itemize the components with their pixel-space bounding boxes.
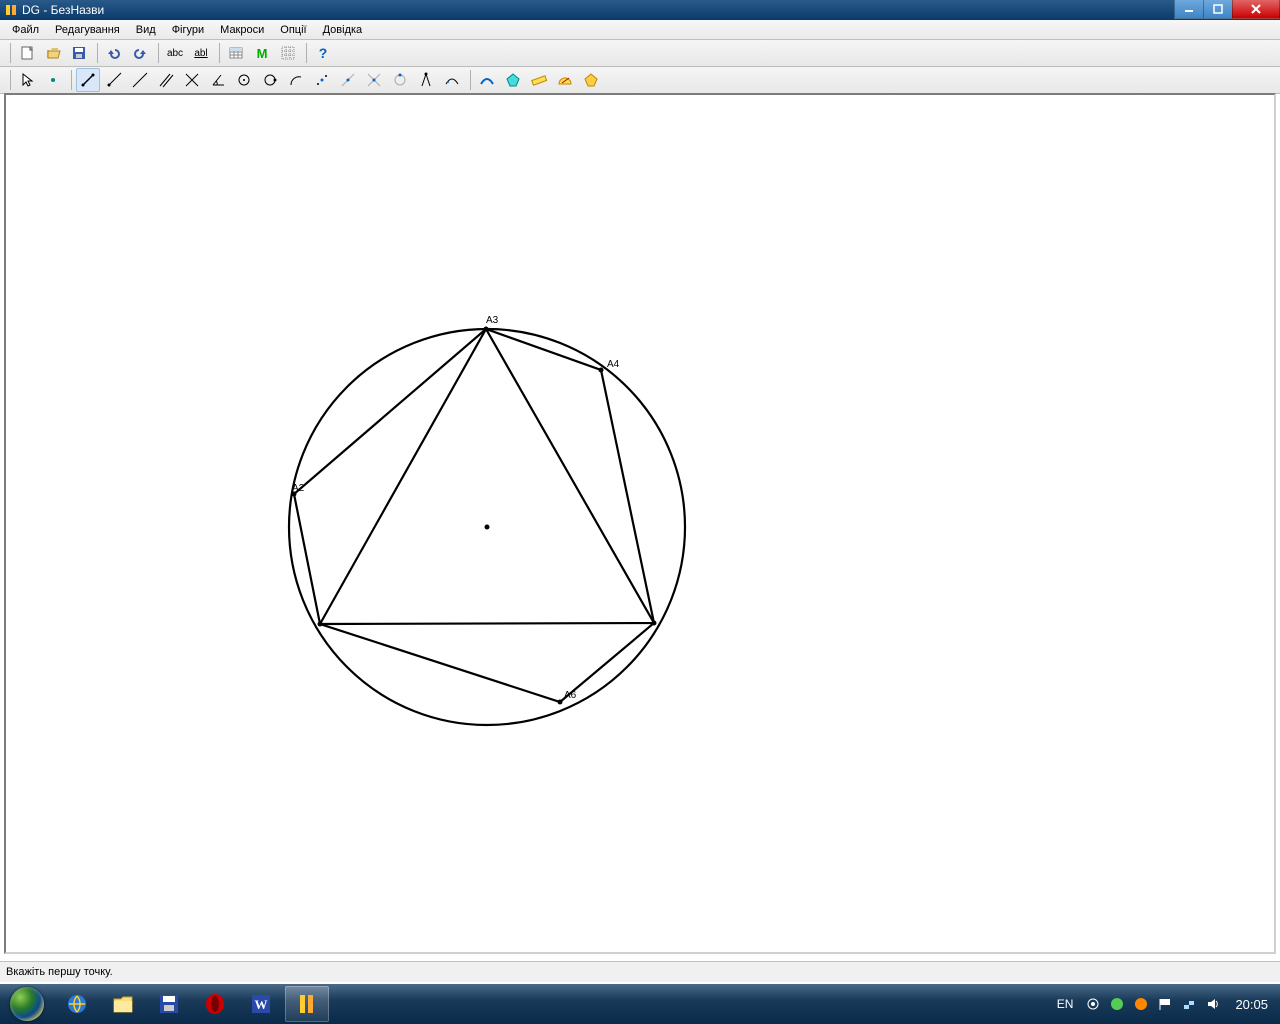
ray-tool-icon[interactable] [102,68,126,92]
windows-orb-icon [10,987,44,1021]
window-controls [1175,0,1280,18]
svg-text:A2: A2 [292,483,305,494]
svg-text:A6: A6 [564,690,577,701]
redo-icon[interactable] [128,41,152,65]
tray-flag-icon[interactable] [1157,996,1173,1012]
status-bar: Вкажіть першу точку. [0,961,1280,982]
tray-orange-icon[interactable] [1133,996,1149,1012]
window-title: DG - БезНазви [22,3,104,17]
taskbar-word-icon[interactable]: W [239,986,283,1022]
protractor-tool-icon[interactable] [553,68,577,92]
pointer-tool-icon[interactable] [15,68,39,92]
svg-text:A4: A4 [607,359,620,370]
tray-network-icon[interactable] [1181,996,1197,1012]
ruler-tool-icon[interactable] [527,68,551,92]
start-button[interactable] [0,984,54,1024]
table-icon[interactable] [224,41,248,65]
taskbar-save-icon[interactable] [147,986,191,1022]
taskbar-opera-icon[interactable] [193,986,237,1022]
point-tool-icon[interactable] [41,68,65,92]
geometry-svg: A2 A3 A4 A6 [6,95,1216,935]
menu-macros[interactable]: Макроси [212,22,272,38]
menu-edit[interactable]: Редагування [47,22,128,38]
circle-point-tool-icon[interactable] [258,68,282,92]
standard-toolbar: abc abl M ? [0,40,1280,67]
help-icon[interactable]: ? [311,41,335,65]
new-file-icon[interactable] [15,41,39,65]
svg-text:W: W [255,997,268,1012]
menu-bar: Файл Редагування Вид Фігури Макроси Опці… [0,20,1280,40]
tray-volume-icon[interactable] [1205,996,1221,1012]
perpendicular-point-tool-icon[interactable] [336,68,360,92]
pentagon-tool-icon[interactable] [579,68,603,92]
grid-icon[interactable] [276,41,300,65]
menu-view[interactable]: Вид [128,22,164,38]
language-indicator[interactable]: EN [1057,997,1074,1011]
drawing-toolbar [0,67,1280,94]
title-bar: DG - БезНазви [0,0,1280,20]
menu-help[interactable]: Довідка [315,22,371,38]
parallel-tool-icon[interactable] [154,68,178,92]
intersect-tool-icon[interactable] [180,68,204,92]
menu-file[interactable]: Файл [4,22,47,38]
svg-text:A3: A3 [486,315,499,326]
taskbar-dg-icon[interactable] [285,986,329,1022]
taskbar-ie-icon[interactable] [55,986,99,1022]
maximize-button[interactable] [1203,0,1233,19]
tray-wireless-icon[interactable] [1085,996,1101,1012]
angle-tool-icon[interactable] [206,68,230,92]
circle-center-tool-icon[interactable] [232,68,256,92]
arc-tool-icon[interactable] [284,68,308,92]
status-text: Вкажіть першу точку. [6,966,113,978]
macro-m-icon[interactable]: M [250,41,274,65]
intersection-point-tool-icon[interactable] [362,68,386,92]
app-icon [4,3,18,17]
text-edit-icon[interactable]: abl [189,41,213,65]
open-file-icon[interactable] [41,41,65,65]
trace-tool-icon[interactable] [475,68,499,92]
tray-clock[interactable]: 20:05 [1235,997,1268,1012]
midpoint-tool-icon[interactable] [310,68,334,92]
close-button[interactable] [1232,0,1280,19]
tangent-circle-tool-icon[interactable] [388,68,412,92]
undo-icon[interactable] [102,41,126,65]
tray-green-icon[interactable] [1109,996,1125,1012]
taskbar: W EN 20:05 [0,984,1280,1024]
locus-tool-icon[interactable] [440,68,464,92]
line-tool-icon[interactable] [128,68,152,92]
menu-figures[interactable]: Фігури [164,22,212,38]
segment-tool-icon[interactable] [76,68,100,92]
system-tray: EN 20:05 [1057,996,1280,1012]
taskbar-explorer-icon[interactable] [101,986,145,1022]
compass-tool-icon[interactable] [414,68,438,92]
drawing-canvas[interactable]: A2 A3 A4 A6 [4,93,1276,954]
menu-options[interactable]: Опції [272,22,314,38]
minimize-button[interactable] [1174,0,1204,19]
save-file-icon[interactable] [67,41,91,65]
polygon-tool-icon[interactable] [501,68,525,92]
text-label-icon[interactable]: abc [163,41,187,65]
